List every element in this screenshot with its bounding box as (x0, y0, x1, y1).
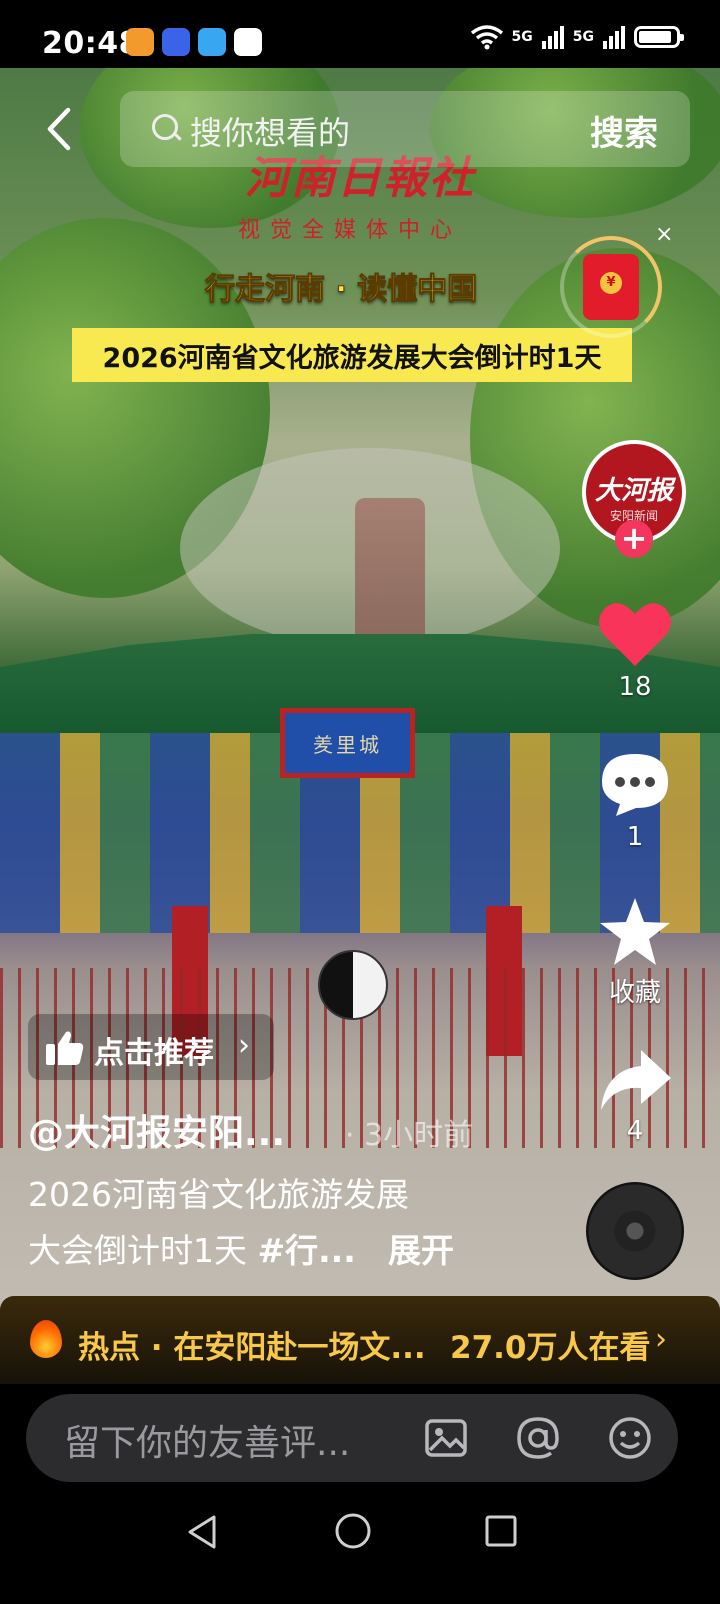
app-notification-icon (162, 28, 190, 56)
notification-icons (126, 28, 262, 56)
author-name[interactable]: @大河报安阳... (28, 1104, 285, 1156)
music-app-icon (234, 28, 262, 56)
share-count: 4 (626, 1116, 644, 1146)
share-button[interactable]: 4 (590, 1048, 680, 1146)
comment-placeholder: 留下你的友善评... (64, 1423, 351, 1464)
like-count: 18 (618, 672, 652, 702)
hot-topic-text: 热点 · 在安阳赴一场文... (78, 1330, 426, 1366)
system-nav-bar (0, 1496, 720, 1604)
redpacket-icon[interactable]: ¥ (583, 254, 639, 320)
video-slogan: 行走河南 · 读懂中国 (204, 272, 478, 308)
chevron-right-icon: › (655, 1322, 667, 1357)
search-input[interactable]: 搜你想看的 (190, 108, 350, 154)
hot-viewer-count: 27.0万人在看 (450, 1330, 651, 1366)
share-arrow-icon (601, 1050, 671, 1110)
system-icons: 5G 5G (470, 24, 684, 50)
expand-button[interactable]: 展开 (388, 1224, 454, 1272)
fire-icon (30, 1320, 62, 1358)
post-time: · 3小时前 (345, 1118, 474, 1153)
post-description-line2: 大会倒计时1天 #行... (28, 1224, 356, 1272)
mention-icon[interactable] (516, 1416, 560, 1460)
signal-icon (541, 26, 564, 49)
post-description-line1: 2026河南省文化旅游发展 (28, 1175, 409, 1214)
nav-back-icon[interactable] (184, 1514, 220, 1550)
thumbs-up-icon (46, 1031, 84, 1065)
app-notification-icon (126, 28, 154, 56)
recommend-label: 点击推荐 (94, 1036, 214, 1071)
hashtag-link[interactable]: #行... (258, 1231, 356, 1270)
music-disc-icon[interactable] (586, 1182, 684, 1280)
video-banner: 2026河南省文化旅游发展大会倒计时1天 (72, 328, 632, 382)
follow-button[interactable]: + (615, 520, 653, 558)
comment-count: 1 (626, 822, 644, 852)
avatar-title: 大河报 (594, 476, 673, 506)
signal-label: 5G (511, 29, 533, 45)
comment-button[interactable]: 1 (590, 750, 680, 852)
star-icon (600, 898, 670, 965)
redpacket-seal: ¥ (600, 272, 622, 294)
signal-label: 5G (572, 29, 594, 45)
favorite-button[interactable]: 收藏 (590, 896, 680, 1009)
battery-icon (634, 26, 684, 48)
redpacket-close-button[interactable]: × (655, 222, 673, 247)
yinyang-symbol (318, 950, 388, 1020)
image-icon[interactable] (424, 1416, 468, 1460)
nav-recents-icon[interactable] (484, 1514, 518, 1548)
favorite-label: 收藏 (608, 978, 661, 1008)
statue (355, 498, 425, 638)
post-description-text: 大会倒计时1天 (28, 1231, 258, 1270)
search-button[interactable]: 搜索 (590, 106, 658, 155)
emoji-icon[interactable] (608, 1416, 652, 1460)
search-icon (152, 114, 178, 140)
wifi-icon (470, 25, 503, 50)
comment-icon (602, 754, 668, 816)
chevron-right-icon: › (238, 1028, 250, 1063)
heart-icon (599, 603, 671, 666)
back-icon[interactable] (40, 106, 82, 152)
app-notification-icon (198, 28, 226, 56)
signal-icon (603, 26, 625, 49)
gate-plaque: 羑里城 (280, 708, 415, 778)
nav-home-icon[interactable] (334, 1512, 372, 1550)
like-button[interactable]: 18 (590, 598, 680, 702)
